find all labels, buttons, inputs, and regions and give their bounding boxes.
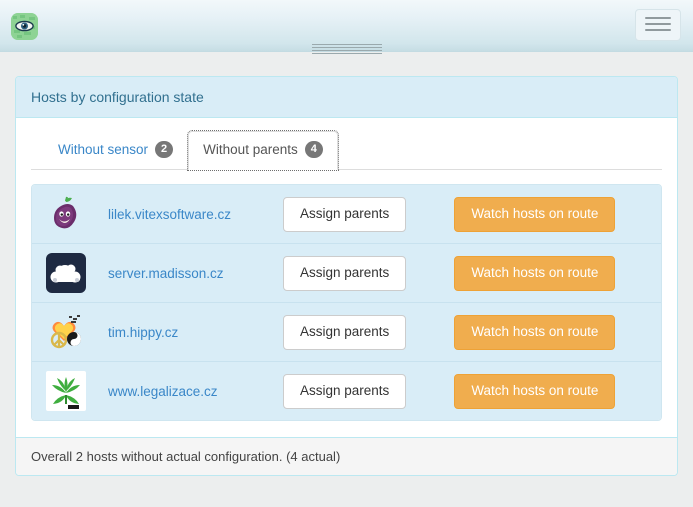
grip-line-4 [311,53,382,54]
grip-line-3 [311,50,382,51]
tab-without-parents-badge: 4 [304,141,323,159]
assign-parents-button[interactable]: Assign parents [283,196,407,232]
tab-without-parents[interactable]: Without parents 4 [187,130,339,172]
panel-body: Without sensor 2 Without parents 4 lilek… [16,118,677,438]
table-row: tim.hippy.cz Assign parents Watch hosts … [32,303,661,363]
page-container: Hosts by configuration state Without sen… [0,76,693,477]
assign-parents-button[interactable]: Assign parents [283,255,407,291]
host-link[interactable]: lilek.vitexsoftware.cz [108,207,283,222]
tab-without-sensor-link[interactable]: Without sensor 2 [43,131,188,170]
tab-without-sensor-badge: 2 [155,141,174,159]
brand-logo-link[interactable] [11,13,38,40]
configuration-state-tabs: Without sensor 2 Without parents 4 [31,130,662,172]
eye-logo-icon [11,13,38,40]
watch-hosts-on-route-button[interactable]: Watch hosts on route [454,314,616,350]
watch-hosts-on-route-button[interactable]: Watch hosts on route [454,373,616,409]
grip-line-1 [311,44,382,45]
tab-without-parents-label: Without parents [203,142,298,158]
panel-footer-summary: Overall 2 hosts without actual configura… [16,437,677,476]
cannabis-leaf-favicon [46,371,86,412]
watch-hosts-on-route-button[interactable]: Watch hosts on route [454,255,616,291]
panel-title: Hosts by configuration state [16,77,677,119]
assign-parents-button[interactable]: Assign parents [283,373,407,409]
table-row: lilek.vitexsoftware.cz Assign parents Wa… [32,185,661,245]
table-row: server.madisson.cz Assign parents Watch … [32,244,661,304]
host-link[interactable]: www.legalizace.cz [108,384,283,399]
grip-lines [311,44,382,56]
host-link[interactable]: tim.hippy.cz [108,325,283,340]
navbar-toggle-button[interactable] [635,9,681,41]
cloud-favicon [46,253,86,294]
host-link[interactable]: server.madisson.cz [108,266,283,281]
hosts-list: lilek.vitexsoftware.cz Assign parents Wa… [31,184,662,422]
watch-hosts-on-route-button[interactable]: Watch hosts on route [454,196,616,232]
tab-without-parents-link[interactable]: Without parents 4 [187,130,339,172]
table-row: www.legalizace.cz Assign parents Watch h… [32,362,661,421]
tab-without-sensor-label: Without sensor [58,142,149,158]
hamburger-icon-bar-2 [645,23,671,25]
hamburger-icon-bar-1 [645,17,671,19]
assign-parents-button[interactable]: Assign parents [283,314,407,350]
collapsed-nav-grip [0,44,693,56]
hamburger-icon-bar-3 [645,29,671,31]
grip-line-2 [311,47,382,48]
hippy-favicon [46,312,86,353]
hosts-panel: Hosts by configuration state Without sen… [15,76,678,477]
eggplant-favicon [46,194,86,235]
tab-without-sensor[interactable]: Without sensor 2 [43,131,188,170]
